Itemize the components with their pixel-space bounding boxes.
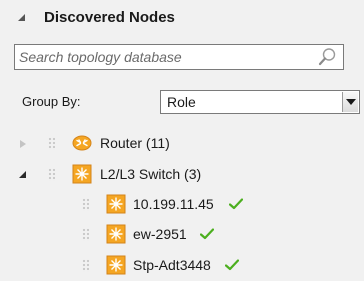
dropdown-arrow-icon[interactable] bbox=[342, 92, 358, 112]
tree-group-switch[interactable]: L2/L3 Switch (3) bbox=[0, 160, 364, 190]
switch-icon bbox=[106, 224, 126, 244]
tree-item-node[interactable]: Stp-Adt3448 bbox=[0, 251, 364, 281]
tree-item-label: 10.199.11.45 bbox=[133, 196, 214, 212]
switch-icon bbox=[72, 164, 92, 184]
panel-title: Discovered Nodes bbox=[44, 9, 175, 26]
switch-icon bbox=[106, 255, 126, 275]
tree-item-label: ew-2951 bbox=[133, 226, 187, 242]
drag-handle-icon[interactable] bbox=[48, 137, 55, 150]
tree-item-node[interactable]: ew-2951 bbox=[0, 220, 364, 250]
tree-group-label: Router (11) bbox=[100, 135, 170, 151]
search-box[interactable] bbox=[14, 44, 344, 70]
drag-handle-icon[interactable] bbox=[82, 228, 89, 241]
group-by-label: Group By: bbox=[22, 94, 81, 109]
search-input[interactable] bbox=[19, 47, 309, 67]
expand-triangle-icon[interactable] bbox=[20, 140, 26, 148]
collapse-triangle-icon[interactable] bbox=[18, 14, 25, 21]
panel-header[interactable]: Discovered Nodes bbox=[0, 0, 364, 38]
check-icon bbox=[229, 198, 243, 210]
group-by-select[interactable]: Role bbox=[160, 90, 360, 114]
check-icon bbox=[225, 259, 239, 271]
discovered-nodes-panel: Discovered Nodes Group By: Role Router (… bbox=[0, 0, 364, 281]
tree-group-label: L2/L3 Switch (3) bbox=[100, 166, 202, 182]
tree-group-router[interactable]: Router (11) bbox=[0, 129, 364, 159]
group-by-selected-value: Role bbox=[167, 94, 196, 110]
tree-item-label: Stp-Adt3448 bbox=[133, 257, 211, 273]
check-icon bbox=[200, 228, 214, 240]
drag-handle-icon[interactable] bbox=[82, 259, 89, 272]
tree-item-node[interactable]: 10.199.11.45 bbox=[0, 190, 364, 220]
drag-handle-icon[interactable] bbox=[82, 198, 89, 211]
collapse-triangle-icon[interactable] bbox=[19, 171, 26, 178]
drag-handle-icon[interactable] bbox=[48, 168, 55, 181]
search-icon[interactable] bbox=[317, 47, 337, 67]
router-icon bbox=[72, 135, 92, 151]
switch-icon bbox=[106, 194, 126, 214]
